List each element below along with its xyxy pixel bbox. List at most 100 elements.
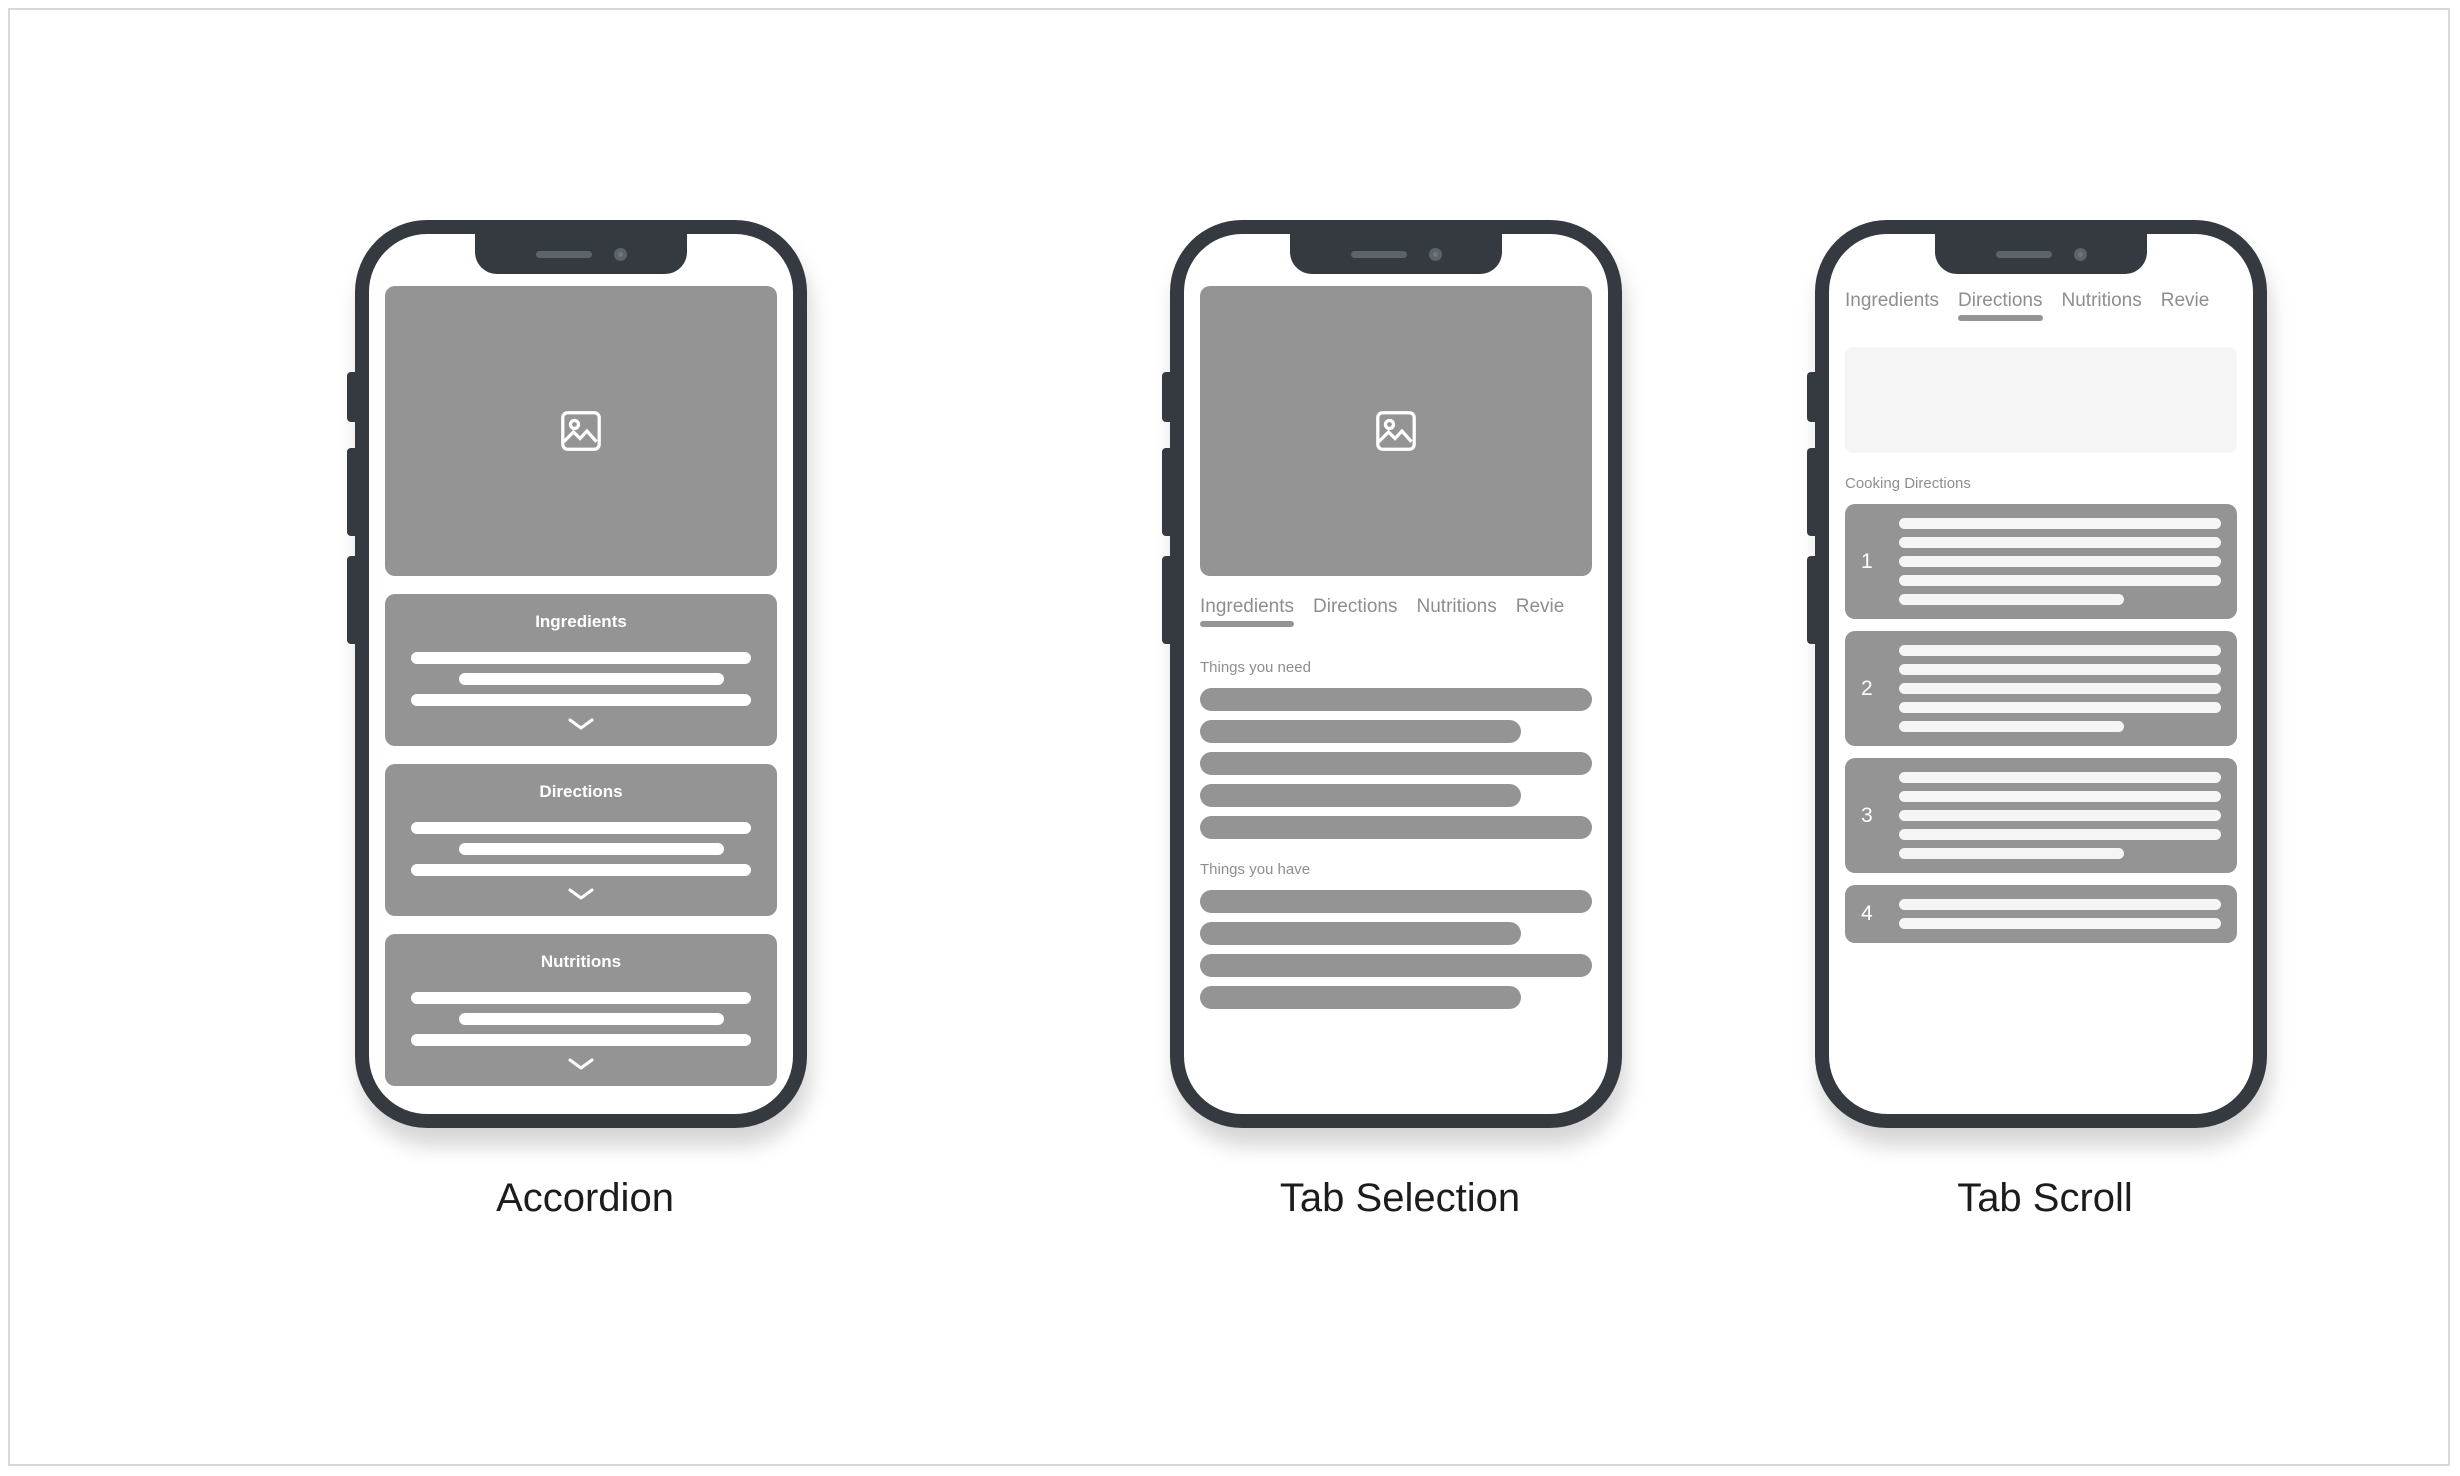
phone-notch — [1935, 234, 2147, 274]
phone-frame: Ingredients Directions Nutritions Revie … — [1170, 220, 1622, 1128]
phone-frame: Ingredients Directions Nutritions Revie … — [1815, 220, 2267, 1128]
skeleton-line — [1899, 683, 2221, 694]
phone-mockup-tab-scroll: Ingredients Directions Nutritions Revie … — [1807, 220, 2275, 1146]
tab-ingredients[interactable]: Ingredients — [1845, 290, 1939, 321]
chevron-down-icon[interactable] — [566, 716, 596, 732]
step-number: 2 — [1861, 676, 1873, 700]
skeleton-line — [1899, 721, 2125, 732]
tab-nutritions[interactable]: Nutritions — [1417, 596, 1497, 627]
phone-screen: Ingredients Directions Nutritions Revie … — [1829, 234, 2253, 1114]
accordion-item-directions[interactable]: Directions — [385, 764, 777, 916]
skeleton-line — [411, 1034, 751, 1046]
section-label-things-you-need: Things you need — [1200, 659, 1311, 676]
step-text-skeleton — [1899, 772, 2221, 859]
direction-step-card[interactable]: 4 — [1845, 885, 2237, 943]
accordion-title: Nutritions — [540, 952, 622, 971]
image-placeholder-icon — [561, 411, 601, 451]
skeleton-line — [458, 843, 724, 855]
tab-directions[interactable]: Directions — [1313, 596, 1397, 627]
skeleton-line — [1899, 537, 2221, 548]
skeleton-line — [411, 822, 751, 834]
skeleton-line — [458, 1013, 724, 1025]
accordion-item-nutritions[interactable]: Nutritions — [385, 934, 777, 1086]
skeleton-line — [411, 864, 751, 876]
content-placeholder-box — [1845, 347, 2237, 453]
step-number: 1 — [1861, 549, 1873, 573]
skeleton-line — [1899, 918, 2221, 929]
tab-bar[interactable]: Ingredients Directions Nutritions Revie — [1200, 596, 1592, 637]
skeleton-bar — [1200, 688, 1592, 711]
skeleton-line — [1899, 594, 2125, 605]
phone-mockup-accordion: Ingredients Directions Nutritions — [347, 220, 815, 1146]
step-text-skeleton — [1899, 645, 2221, 732]
step-number: 4 — [1861, 902, 1873, 925]
tab-nutritions[interactable]: Nutritions — [2062, 290, 2142, 321]
hero-image-placeholder — [385, 286, 777, 576]
accordion-item-ingredients[interactable]: Ingredients — [385, 594, 777, 746]
skeleton-bar — [1200, 816, 1592, 839]
section-label-cooking-directions: Cooking Directions — [1845, 475, 1971, 492]
mockup-stage: Ingredients Directions Nutritions Accord… — [10, 10, 2448, 1464]
skeleton-line — [1899, 645, 2221, 656]
screen-content: Ingredients Directions Nutritions — [369, 234, 793, 1114]
front-camera-icon — [2073, 247, 2087, 261]
skeleton-line — [1899, 556, 2221, 567]
skeleton-bar — [1200, 784, 1522, 807]
tab-reviews[interactable]: Revie — [1516, 596, 1565, 627]
skeleton-line — [1899, 899, 2221, 910]
phone-mockup-tab-selection: Ingredients Directions Nutritions Revie … — [1162, 220, 1630, 1146]
skeleton-bar — [1200, 752, 1592, 775]
earpiece-speaker-icon — [1995, 250, 2052, 258]
hero-image-placeholder — [1200, 286, 1592, 576]
step-number: 3 — [1861, 803, 1873, 827]
skeleton-line — [1899, 772, 2221, 783]
skeleton-bar — [1200, 922, 1522, 945]
earpiece-speaker-icon — [535, 250, 592, 258]
accordion-title: Ingredients — [535, 612, 627, 631]
image-placeholder-icon — [1376, 411, 1416, 451]
phone-caption-tab-selection: Tab Selection — [1279, 1176, 1521, 1220]
skeleton-line — [1899, 829, 2221, 840]
skeleton-line — [1899, 848, 2125, 859]
page-canvas: Ingredients Directions Nutritions Accord… — [8, 8, 2450, 1466]
phone-screen: Ingredients Directions Nutritions Revie … — [1184, 234, 1608, 1114]
skeleton-bar — [1200, 954, 1592, 977]
skeleton-bar — [1200, 986, 1522, 1009]
screen-content: Ingredients Directions Nutritions Revie … — [1184, 234, 1608, 1114]
phone-column-accordion: Ingredients Directions Nutritions Accord… — [347, 220, 820, 1221]
skeleton-line — [411, 694, 751, 706]
tab-directions[interactable]: Directions — [1958, 290, 2043, 321]
skeleton-line — [458, 673, 724, 685]
chevron-down-icon[interactable] — [566, 886, 596, 902]
phone-notch — [475, 234, 687, 274]
skeleton-line — [1899, 575, 2221, 586]
screen-content: Ingredients Directions Nutritions Revie … — [1829, 234, 2253, 1114]
direction-step-card[interactable]: 2 — [1845, 631, 2237, 746]
skeleton-line — [411, 992, 751, 1004]
step-text-skeleton — [1899, 518, 2221, 605]
front-camera-icon — [613, 247, 627, 261]
section-label-things-you-have: Things you have — [1200, 861, 1311, 878]
direction-step-card[interactable]: 1 — [1845, 504, 2237, 619]
phone-notch — [1290, 234, 1502, 274]
phone-caption-accordion: Accordion — [496, 1176, 674, 1220]
skeleton-line — [411, 652, 751, 664]
phone-caption-tab-scroll: Tab Scroll — [1957, 1176, 2133, 1220]
accordion-title: Directions — [539, 782, 623, 801]
tab-ingredients[interactable]: Ingredients — [1200, 596, 1295, 627]
skeleton-bar — [1200, 890, 1592, 913]
step-text-skeleton — [1899, 899, 2221, 929]
skeleton-line — [1899, 664, 2221, 675]
tab-reviews[interactable]: Revie — [2161, 290, 2210, 321]
direction-step-card[interactable]: 3 — [1845, 758, 2237, 873]
skeleton-bar — [1200, 720, 1522, 743]
phone-column-tab-selection: Ingredients Directions Nutritions Revie … — [1162, 220, 1635, 1221]
skeleton-line — [1899, 791, 2221, 802]
skeleton-line — [1899, 702, 2221, 713]
tab-bar[interactable]: Ingredients Directions Nutritions Revie — [1845, 290, 2237, 331]
front-camera-icon — [1428, 247, 1442, 261]
phone-frame: Ingredients Directions Nutritions — [355, 220, 807, 1128]
chevron-down-icon[interactable] — [566, 1056, 596, 1072]
earpiece-speaker-icon — [1350, 250, 1407, 258]
skeleton-line — [1899, 810, 2221, 821]
